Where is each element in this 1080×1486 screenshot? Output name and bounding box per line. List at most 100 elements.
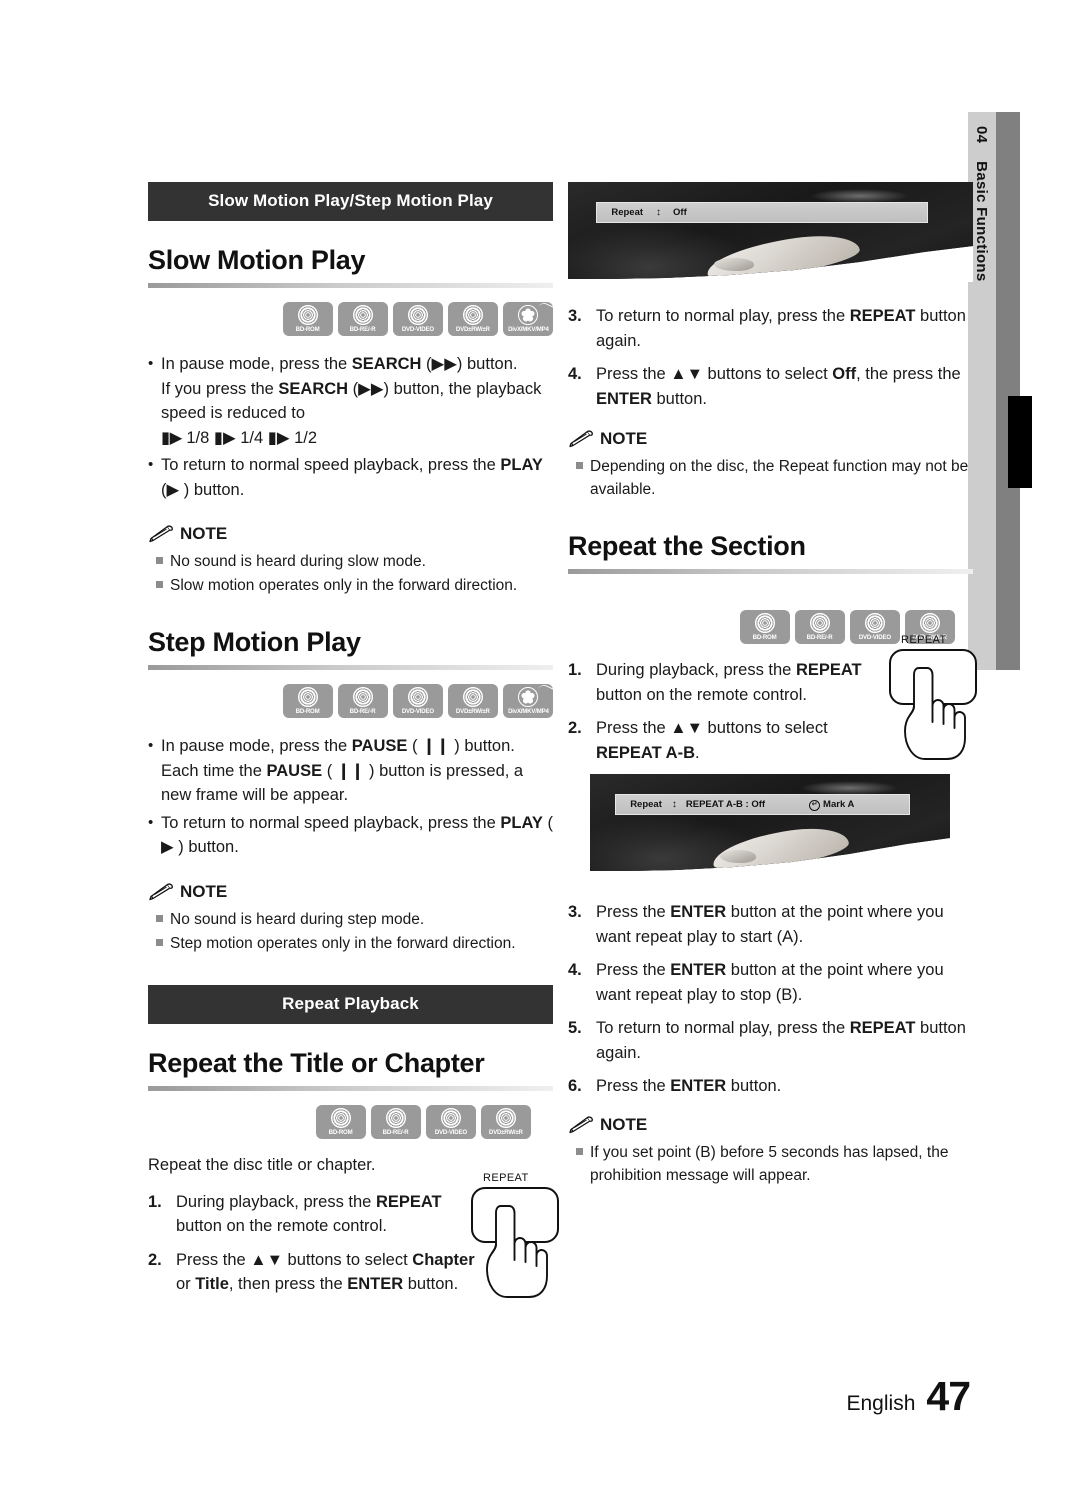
hand-pressing-icon	[904, 667, 966, 760]
repeat-section-steps-continued: 3. Press the ENTER button at the point w…	[568, 900, 973, 1099]
disc-icon	[408, 305, 428, 325]
note-title: NOTE	[180, 524, 228, 543]
remote-button-label: REPEAT	[483, 1171, 529, 1184]
disc-label: BD-ROM	[329, 1128, 353, 1136]
side-tab-number: 04	[973, 126, 990, 144]
disc-icon	[463, 687, 483, 707]
disc-badge-dvd-rw-r: DVD±RW/±R	[448, 684, 498, 718]
disc-badge-dvd-video: DVD-VIDEO	[426, 1104, 476, 1139]
step-number: 3.	[568, 307, 582, 325]
disc-badge-divx-mkv-mp4: DivX/MKV/MP4	[503, 300, 554, 336]
step-text: Press the ENTER button at the point wher…	[596, 903, 944, 946]
step-text: During playback, press the REPEAT button…	[596, 661, 862, 704]
step-item: 3. Press the ENTER button at the point w…	[568, 900, 973, 949]
section-bar-slow-step: Slow Motion Play/Step Motion Play	[148, 182, 553, 221]
page-footer: English 47	[847, 1373, 971, 1420]
step-number: 4.	[568, 961, 582, 979]
heading-slow-motion-play: Slow Motion Play	[148, 245, 366, 275]
step-item: 4. Press the ▲▼ buttons to select Off, t…	[568, 362, 973, 411]
note-item: Slow motion operates only in the forward…	[148, 574, 553, 597]
pencil-icon	[149, 882, 173, 900]
step-item: 4. Press the ENTER button at the point w…	[568, 958, 973, 1007]
disc-label: DVD±RW/±R	[489, 1128, 523, 1136]
disc-label: BD-ROM	[753, 634, 777, 641]
note-item: Step motion operates only in the forward…	[148, 932, 553, 955]
bullet-text: In pause mode, press the PAUSE ( ❙❙ ) bu…	[161, 737, 524, 804]
bullet-item: • To return to normal speed playback, pr…	[148, 811, 553, 860]
disc-badge-bd-rom: BD-ROM	[283, 302, 333, 336]
tv-image-wave-detail	[713, 258, 755, 271]
disc-label: DVD-VIDEO	[401, 708, 435, 715]
note-text: No sound is heard during step mode.	[170, 910, 425, 928]
osd-updown-icon: ↕	[656, 207, 661, 218]
step-number: 2.	[148, 1250, 162, 1269]
osd-label: Repeat	[630, 799, 662, 810]
note-title: NOTE	[600, 1114, 648, 1134]
slow-motion-bullets: • In pause mode, press the SEARCH (▶▶) b…	[148, 352, 553, 502]
disc-label: DVD±RW/±R	[456, 326, 490, 333]
step-text: Press the ▲▼ buttons to select REPEAT A-…	[596, 719, 828, 762]
disc-compat-row-step-motion: BD-ROM BD-RE/-R DVD-VIDEO DVD±RW/±R DivX…	[148, 682, 554, 718]
note-text: Depending on the disc, the Repeat functi…	[590, 458, 969, 498]
disc-badge-divx-mkv-mp4: DivX/MKV/MP4	[503, 682, 554, 718]
osd-label: Repeat	[611, 207, 644, 218]
side-tab-gray-bar	[996, 112, 1020, 670]
bullet-text: To return to normal speed playback, pres…	[161, 456, 543, 499]
remote-repeat-button-illustration: REPEAT	[469, 1172, 561, 1300]
disc-label: BD-RE/-R	[350, 326, 376, 333]
step-item: 3. To return to normal play, press the R…	[568, 304, 973, 353]
manual-page: 04 Basic Functions Slow Motion Play/Step…	[0, 0, 1080, 1486]
heading-repeat-title-chapter: Repeat the Title or Chapter	[148, 1047, 485, 1078]
step-item: 6. Press the ENTER button.	[568, 1074, 973, 1099]
step-item: 5. To return to normal play, press the R…	[568, 1016, 973, 1065]
step-text: Press the ▲▼ buttons to select Chapter o…	[176, 1250, 475, 1294]
note-square-bullet	[568, 1141, 590, 1187]
note-header: NOTE	[568, 1115, 973, 1135]
disc-label: DVD-VIDEO	[401, 326, 435, 333]
step-motion-bullets: • In pause mode, press the PAUSE ( ❙❙ ) …	[148, 734, 553, 860]
disc-icon	[353, 305, 373, 325]
osd-value: Off	[673, 207, 687, 218]
step-number: 2.	[568, 719, 582, 737]
repeat-title-steps: 1. During playback, press the REPEAT but…	[148, 1172, 559, 1298]
note-block-repeat: NOTE Depending on the disc, the Repeat f…	[568, 429, 973, 501]
bullet-item: • To return to normal speed playback, pr…	[148, 453, 553, 502]
disc-icon	[920, 613, 940, 633]
disc-compat-row-repeat-title: BD-ROM BD-RE/-R DVD-VIDEO DVD±RW/±R	[148, 1104, 553, 1139]
note-text: No sound is heard during slow mode.	[170, 553, 426, 570]
disc-icon	[810, 613, 830, 633]
pencil-icon	[569, 430, 593, 448]
tv-image: Repeat ↕ REPEAT A-B : Off ↵ Mark A	[590, 774, 950, 871]
disc-icon	[496, 1107, 516, 1128]
note-item: If you set point (B) before 5 seconds ha…	[568, 1141, 973, 1187]
repeat-steps-continued: 3. To return to normal play, press the R…	[568, 304, 973, 411]
enter-icon: ↵	[809, 800, 821, 811]
heading-step-motion-play: Step Motion Play	[148, 627, 361, 657]
note-header: NOTE	[148, 524, 553, 544]
step-number: 4.	[568, 365, 582, 383]
hand-pressing-icon	[486, 1204, 548, 1298]
bullet-dot: •	[148, 456, 154, 473]
disc-badge-bd-rom: BD-ROM	[740, 610, 790, 644]
disc-badge-bd-re-r: BD-RE/-R	[371, 1104, 421, 1139]
step-number: 1.	[148, 1192, 162, 1211]
step-number: 3.	[568, 903, 582, 921]
osd-mark-label: Mark A	[823, 799, 855, 810]
repeat-section-steps: 1. During playback, press the REPEAT but…	[568, 634, 977, 765]
note-text: If you set point (B) before 5 seconds ha…	[590, 1143, 949, 1184]
note-square-bullet	[148, 932, 170, 955]
step-text: To return to normal play, press the REPE…	[596, 1019, 966, 1062]
footer-page-number: 47	[926, 1373, 971, 1419]
disc-badge-dvd-rw-r: DVD±RW/±R	[481, 1104, 531, 1139]
step-text: To return to normal play, press the REPE…	[596, 307, 966, 350]
heading-rule	[148, 283, 553, 288]
heading-rule	[148, 665, 553, 670]
disc-icon	[408, 687, 428, 707]
pencil-icon	[569, 1115, 593, 1133]
note-square-bullet	[148, 908, 170, 931]
remote-repeat-button-illustration: REPEAT	[887, 634, 979, 762]
disc-label: BD-RE/-R	[807, 634, 833, 641]
heading-repeat-section: Repeat the Section	[568, 531, 806, 561]
disc-icon	[331, 1107, 351, 1128]
disc-badge-bd-rom: BD-ROM	[283, 684, 333, 718]
